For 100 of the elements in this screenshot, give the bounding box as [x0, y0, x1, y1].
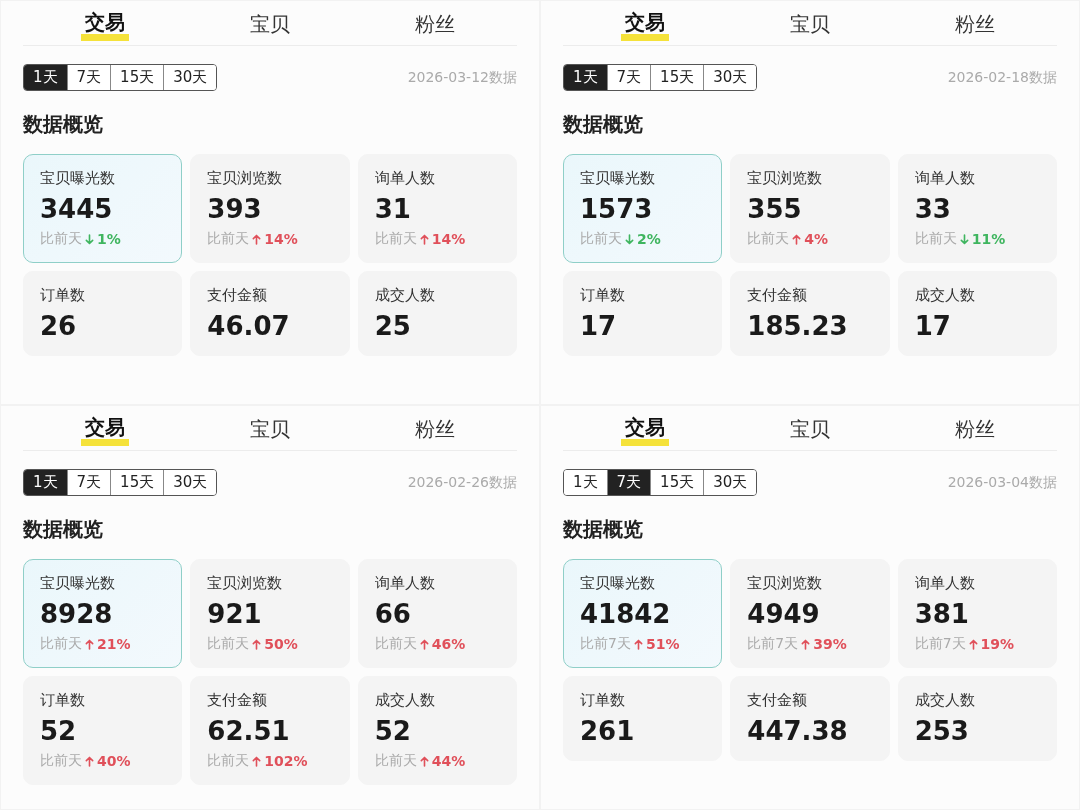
metric-card[interactable]: 宝贝曝光数 1573 比前天 2%: [563, 154, 723, 263]
comparison-label: 比前天: [374, 230, 417, 248]
metric-card[interactable]: 订单数 52 比前天 40%: [23, 676, 183, 785]
metric-value: 1573: [580, 194, 654, 224]
metric-card[interactable]: 订单数 261: [563, 676, 723, 761]
change-percent: 2%: [637, 231, 661, 247]
metric-card[interactable]: 支付金额 447.38: [730, 676, 890, 761]
change-percent: 44%: [431, 753, 466, 769]
metric-value: 393: [207, 194, 263, 224]
change-percent: 4%: [804, 231, 829, 247]
metric-card[interactable]: 宝贝曝光数 41842 比前7天 51%: [563, 559, 723, 668]
tab[interactable]: 宝贝: [786, 7, 834, 41]
range-option[interactable]: 1天: [24, 470, 67, 495]
metric-label: 订单数: [580, 286, 626, 305]
metric-card[interactable]: 询单人数 31 比前天 14%: [357, 154, 517, 263]
metric-card[interactable]: 成交人数 253: [897, 676, 1057, 761]
metric-label: 宝贝曝光数: [40, 574, 116, 593]
metric-card[interactable]: 成交人数 17: [897, 271, 1057, 356]
metric-value: 4949: [747, 599, 821, 629]
metric-value: 26: [40, 311, 78, 341]
metric-card[interactable]: 成交人数 52 比前天 44%: [357, 676, 517, 785]
metric-label: 宝贝曝光数: [580, 574, 656, 593]
metric-value: 17: [580, 311, 618, 341]
metric-card[interactable]: 宝贝曝光数 8928 比前天 21%: [23, 559, 183, 668]
metric-card[interactable]: 支付金额 62.51 比前天 102%: [190, 676, 350, 785]
metric-card[interactable]: 宝贝浏览数 4949 比前7天 39%: [730, 559, 890, 668]
range-option[interactable]: 30天: [163, 65, 217, 90]
metric-label: 询单人数: [914, 574, 976, 593]
metric-label: 支付金额: [207, 286, 269, 305]
change-percent: 51%: [645, 636, 680, 652]
metric-label: 订单数: [40, 286, 86, 305]
metric-card[interactable]: 宝贝浏览数 393 比前天 14%: [190, 154, 350, 263]
comparison-label: 比前天: [207, 635, 250, 653]
metric-label: 支付金额: [207, 691, 269, 710]
metric-value: 447.38: [747, 716, 849, 746]
change-percent: 11%: [971, 231, 1006, 247]
metric-label: 支付金额: [747, 691, 809, 710]
metric-card[interactable]: 询单人数 381 比前7天 19%: [897, 559, 1057, 668]
metric-label: 宝贝浏览数: [747, 574, 824, 593]
tab[interactable]: 粉丝: [950, 412, 999, 446]
metric-value: 921: [207, 599, 263, 629]
metric-label: 成交人数: [914, 691, 976, 710]
comparison-label: 比前7天: [580, 635, 631, 653]
comparison-label: 比前天: [207, 230, 250, 248]
tab[interactable]: 粉丝: [410, 7, 459, 41]
change-percent: 102%: [264, 753, 308, 769]
section-heading: 数据概览: [563, 111, 644, 138]
metric-card[interactable]: 订单数 17: [563, 271, 723, 356]
metric-value: 33: [914, 194, 952, 224]
metric-label: 成交人数: [914, 286, 976, 305]
metric-value: 46.07: [207, 311, 291, 341]
comparison-label: 比前天: [580, 230, 622, 248]
metric-value: 31: [374, 194, 412, 224]
change-percent: 40%: [97, 753, 131, 769]
metric-label: 宝贝曝光数: [40, 169, 116, 188]
metric-value: 52: [374, 716, 412, 746]
metric-label: 支付金额: [747, 286, 809, 305]
range-option[interactable]: 7天: [606, 470, 651, 495]
change-percent: 50%: [264, 636, 298, 652]
metric-value: 66: [374, 599, 412, 629]
range-option[interactable]: 30天: [163, 470, 217, 495]
tab[interactable]: 宝贝: [786, 412, 834, 446]
section-heading: 数据概览: [23, 111, 104, 138]
section-heading: 数据概览: [23, 516, 104, 543]
metric-value: 52: [40, 716, 78, 746]
metric-value: 3445: [40, 194, 114, 224]
range-option[interactable]: 30天: [703, 65, 757, 90]
range-option[interactable]: 1天: [564, 65, 607, 90]
range-option[interactable]: 1天: [24, 65, 67, 90]
comparison-label: 比前天: [40, 635, 82, 653]
metric-card[interactable]: 询单人数 66 比前天 46%: [357, 559, 517, 668]
range-option[interactable]: 30天: [703, 470, 757, 495]
data-date: 2026-02-18数据: [947, 68, 1057, 87]
section-heading: 数据概览: [563, 516, 644, 543]
data-date: 2026-02-26数据: [407, 473, 517, 492]
tab[interactable]: 粉丝: [950, 7, 999, 41]
metric-card[interactable]: 宝贝曝光数 3445 比前天 1%: [23, 154, 183, 263]
metric-value: 253: [914, 716, 970, 746]
metric-value: 62.51: [207, 716, 291, 746]
metric-value: 355: [747, 194, 803, 224]
metric-card[interactable]: 宝贝浏览数 921 比前天 50%: [190, 559, 350, 668]
metric-card[interactable]: 支付金额 46.07: [190, 271, 350, 356]
tab[interactable]: 宝贝: [246, 412, 294, 446]
metric-value: 25: [374, 311, 412, 341]
comparison-label: 比前天: [40, 230, 82, 248]
metric-card[interactable]: 订单数 26: [23, 271, 183, 356]
metric-label: 宝贝浏览数: [747, 169, 824, 188]
tab[interactable]: 粉丝: [410, 412, 459, 446]
comparison-label: 比前天: [914, 230, 957, 248]
comparison-label: 比前天: [374, 635, 417, 653]
metric-label: 宝贝曝光数: [580, 169, 656, 188]
metric-label: 询单人数: [374, 169, 436, 188]
metric-card[interactable]: 询单人数 33 比前天 11%: [897, 154, 1057, 263]
metric-label: 询单人数: [374, 574, 436, 593]
metric-card[interactable]: 成交人数 25: [357, 271, 517, 356]
metric-card[interactable]: 支付金额 185.23: [730, 271, 890, 356]
change-percent: 1%: [97, 231, 121, 247]
tab[interactable]: 宝贝: [246, 7, 294, 41]
metric-label: 宝贝浏览数: [207, 574, 284, 593]
metric-card[interactable]: 宝贝浏览数 355 比前天 4%: [730, 154, 890, 263]
